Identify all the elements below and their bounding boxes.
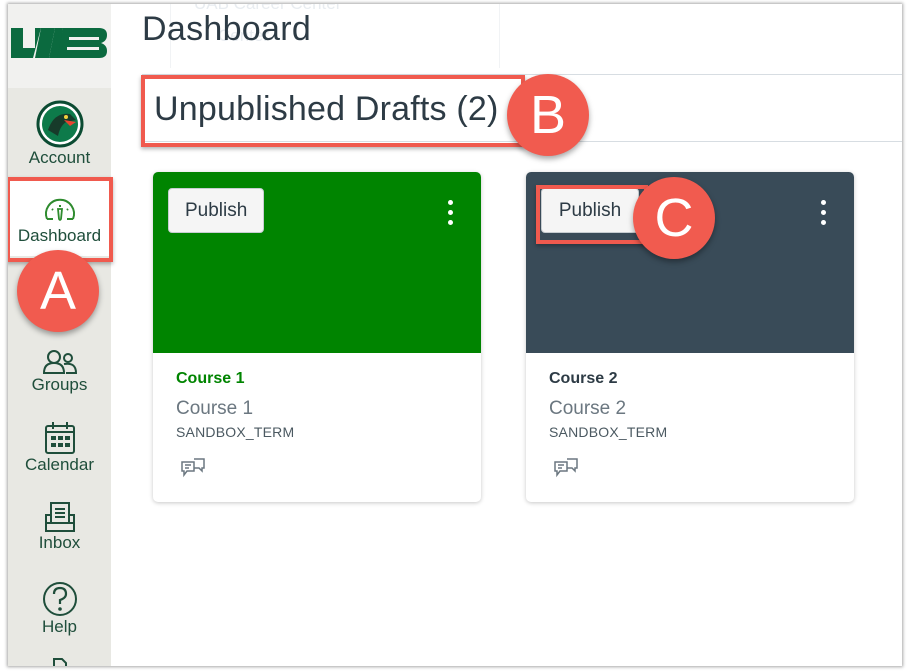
account-avatar-icon: [36, 100, 83, 148]
course-options-menu-icon[interactable]: [816, 200, 830, 230]
course-card-link[interactable]: Course 2: [549, 370, 617, 388]
sidebar-item-groups[interactable]: Groups: [8, 349, 111, 395]
sidebar-item-label: Help: [42, 617, 77, 636]
course-card[interactable]: Publish Course 1 Course 1 SANDBOX_TERM: [153, 172, 481, 502]
publish-button[interactable]: Publish: [168, 188, 265, 233]
global-nav-sidebar: Account Dashboard Groups Calendar Inbox …: [8, 4, 111, 666]
discussions-icon[interactable]: [554, 458, 578, 480]
groups-icon: [42, 350, 77, 374]
page-title: Dashboard: [142, 10, 312, 48]
annotation-highlight-b: [141, 75, 525, 147]
course-term: SANDBOX_TERM: [549, 424, 668, 440]
course-card-link[interactable]: Course 1: [176, 370, 244, 388]
sidebar-item-label: Groups: [31, 375, 88, 394]
sidebar-item-help[interactable]: Help: [8, 581, 111, 637]
document-icon: [52, 658, 67, 666]
course-name: Course 2: [549, 398, 627, 419]
course-name: Course 1: [176, 398, 254, 419]
inbox-icon: [44, 502, 75, 532]
sidebar-item-label: Account: [28, 148, 91, 167]
sidebar-item-calendar[interactable]: Calendar: [8, 421, 111, 475]
app-window: UAB Career Center Center: [8, 4, 902, 666]
logo-link[interactable]: [8, 4, 111, 88]
calendar-icon: [44, 422, 75, 454]
sidebar-item-more[interactable]: [8, 658, 111, 666]
annotation-badge-a: A: [17, 250, 99, 332]
course-term: SANDBOX_TERM: [176, 424, 295, 440]
discussions-icon[interactable]: [181, 458, 205, 480]
help-icon: [42, 582, 77, 616]
annotation-badge-c: C: [633, 177, 715, 259]
background-divider: [499, 4, 500, 68]
sidebar-item-label: Inbox: [38, 533, 81, 552]
sidebar-item-inbox[interactable]: Inbox: [8, 501, 111, 553]
sidebar-item-label: Calendar: [25, 455, 94, 474]
annotation-badge-b: B: [507, 74, 589, 156]
annotation-highlight-c: [536, 185, 648, 244]
course-options-menu-icon[interactable]: [443, 200, 457, 230]
uab-logo-icon: [11, 28, 107, 58]
sidebar-item-account[interactable]: Account: [8, 100, 111, 168]
